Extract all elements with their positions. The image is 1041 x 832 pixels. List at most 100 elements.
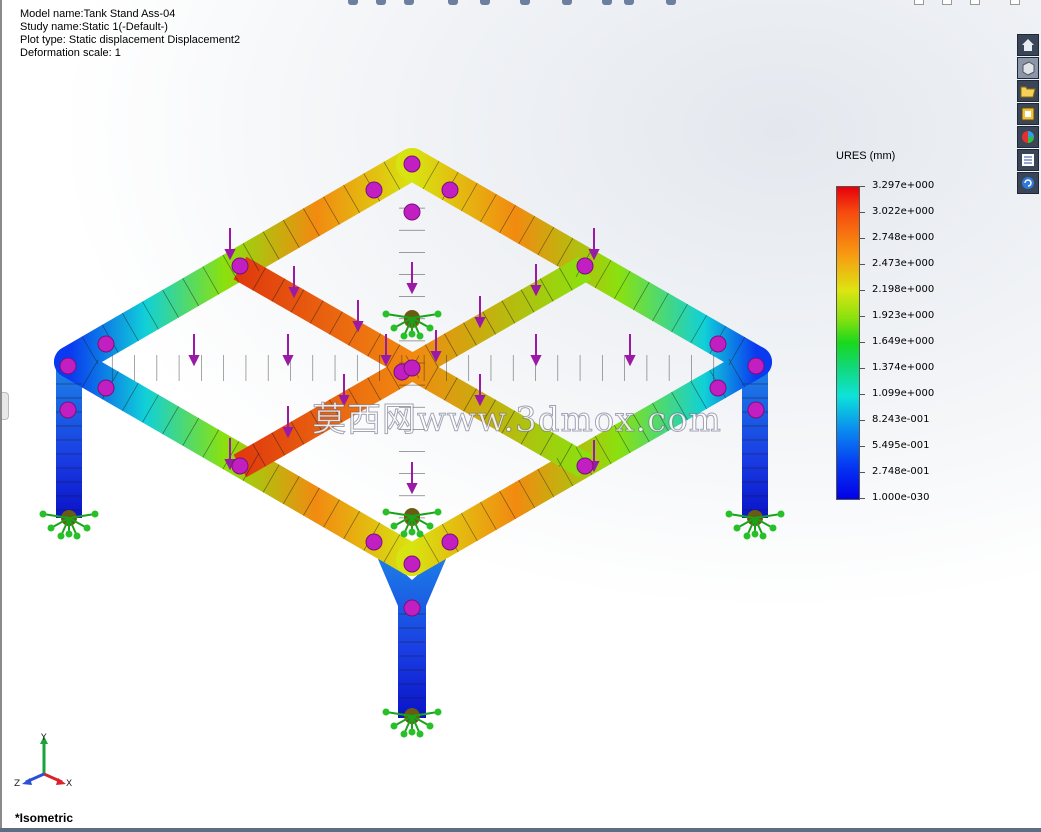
zoom-area-icon[interactable]: [376, 0, 386, 5]
view-settings-icon[interactable]: [666, 0, 676, 5]
joint-marker: [747, 401, 765, 419]
fixture-cap: [382, 310, 390, 318]
section-view-icon[interactable]: [448, 0, 458, 5]
zoom-fit-icon[interactable]: [348, 0, 358, 5]
color-legend: URES (mm) 3.297e+000 3.022e+000 2.748e+000…: [836, 150, 986, 510]
design-library-icon[interactable]: [1017, 103, 1039, 125]
fixture-cap: [382, 508, 390, 516]
legend-value-label: 3.297e+000: [872, 180, 935, 191]
legend-value-label: 2.748e-001: [872, 466, 930, 477]
hide-show-icon[interactable]: [562, 0, 572, 5]
tile-icon[interactable]: [970, 0, 980, 5]
previous-view-icon[interactable]: [404, 0, 414, 5]
joint-marker: [403, 359, 421, 377]
graphics-viewport[interactable]: 莫西网www.3dmox.com Model name:Tank Stand A…: [0, 0, 1041, 832]
fixture-cap: [390, 522, 398, 530]
triad-x-label: X: [66, 779, 72, 789]
joint-marker: [59, 357, 77, 375]
fixture-cap: [416, 730, 424, 738]
triad-y-label: Y: [40, 733, 47, 743]
fixture-cap: [434, 708, 442, 716]
properties-list-icon[interactable]: [1017, 149, 1039, 171]
fixture-cap: [390, 722, 398, 730]
folder-icon[interactable]: [1017, 80, 1039, 102]
fixture-cap: [416, 332, 424, 340]
triad-z-label: Z: [14, 779, 20, 789]
joint-marker: [231, 457, 249, 475]
legend-tick: [860, 186, 865, 187]
joint-marker: [97, 335, 115, 353]
model-name-label: Model name:Tank Stand Ass-04: [20, 8, 176, 20]
fixture-cap: [83, 524, 91, 532]
legend-tick: [860, 472, 865, 473]
restore-icon[interactable]: [942, 0, 952, 5]
legend-tick: [860, 264, 865, 265]
minimize-icon[interactable]: [914, 0, 924, 5]
joint-marker: [403, 599, 421, 617]
joint-marker: [403, 155, 421, 173]
fixture-cap: [47, 524, 55, 532]
fixture-cap: [725, 510, 733, 518]
legend-value-label: 2.473e+000: [872, 258, 935, 269]
fixture-cap: [769, 524, 777, 532]
fixture-cap: [426, 722, 434, 730]
legend-value-label: 2.198e+000: [872, 284, 935, 295]
legend-value-label: 3.022e+000: [872, 206, 935, 217]
refresh-icon[interactable]: [1017, 172, 1039, 194]
window-controls: [910, 0, 1030, 6]
fixture-cap: [73, 532, 81, 540]
legend-tick: [860, 290, 865, 291]
fixture-cap: [390, 324, 398, 332]
joint-marker: [365, 181, 383, 199]
view-orientation-label: *Isometric: [15, 811, 74, 825]
legend-tick: [860, 394, 865, 395]
legend-title: URES (mm): [836, 150, 896, 162]
fixture-cap: [759, 532, 767, 540]
fixture-cap: [400, 530, 408, 538]
legend-tick: [860, 212, 865, 213]
fixture-cap: [408, 528, 416, 536]
view-cube-icon[interactable]: [1017, 57, 1039, 79]
joint-marker: [365, 533, 383, 551]
view-orientation-icon[interactable]: [480, 0, 490, 5]
plot-info-block: Model name:Tank Stand Ass-04 Study name:…: [20, 8, 240, 60]
legend-value-label: 1.000e-030: [872, 492, 930, 503]
tab-strip: [0, 828, 1041, 832]
joint-marker: [441, 533, 459, 551]
edit-appearance-icon[interactable]: [602, 0, 612, 5]
task-pane-tabs: [1016, 33, 1041, 195]
viewport-border: [0, 0, 2, 832]
legend-tick: [860, 316, 865, 317]
legend-tick: [860, 368, 865, 369]
study-name-label: Study name:Static 1(-Default-): [20, 21, 168, 33]
fixture-cap: [400, 730, 408, 738]
appearance-icon[interactable]: [1017, 126, 1039, 148]
plot-type-label: Plot type: Static displacement Displacem…: [20, 34, 241, 46]
watermark-text: 莫西网www.3dmox.com: [312, 400, 722, 441]
home-icon[interactable]: [1017, 34, 1039, 56]
fixture-cap: [426, 522, 434, 530]
legend-value-label: 1.923e+000: [872, 310, 935, 321]
fixture-cap: [400, 332, 408, 340]
legend-tick: [860, 238, 865, 239]
scene-icon[interactable]: [624, 0, 634, 5]
legend-value-label: 1.099e+000: [872, 388, 935, 399]
fixture-cap: [416, 530, 424, 538]
legend-value-label: 8.243e-001: [872, 414, 930, 425]
legend-value-label: 1.374e+000: [872, 362, 935, 373]
fixture-cap: [733, 524, 741, 532]
deformation-scale-label: Deformation scale: 1: [20, 47, 121, 59]
fixture-cap: [57, 532, 65, 540]
fixture-cap: [434, 310, 442, 318]
reference-triad: Y X Z: [12, 732, 82, 792]
fixture-cap: [382, 708, 390, 716]
close-icon[interactable]: [1010, 0, 1020, 5]
joint-marker: [441, 181, 459, 199]
fixture-cap: [408, 330, 416, 338]
fixture-cap: [91, 510, 99, 518]
joint-marker: [747, 357, 765, 375]
joint-marker: [59, 401, 77, 419]
fixture-cap: [751, 530, 759, 538]
legend-tick: [860, 498, 865, 499]
display-style-icon[interactable]: [520, 0, 530, 5]
